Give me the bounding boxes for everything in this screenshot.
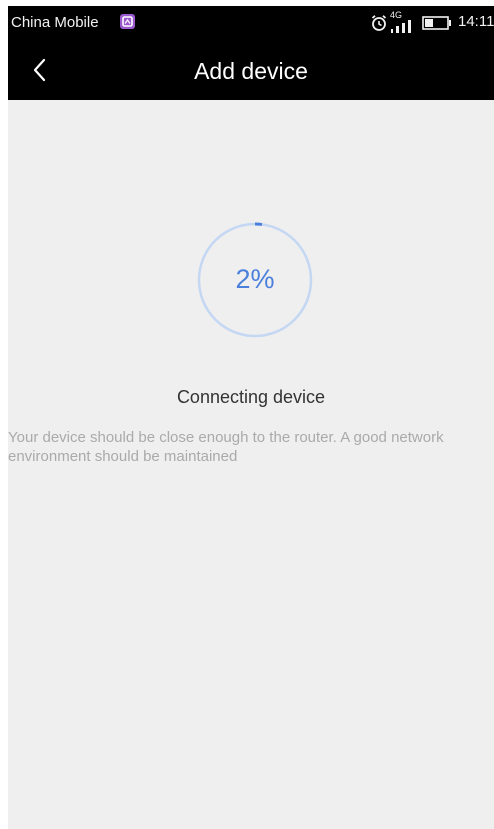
progress-indicator: 2% <box>196 221 314 339</box>
clock: 14:11 <box>458 13 494 30</box>
add-device-screen: China Mobile 4G 14:11 Add device 2% Conn… <box>0 0 494 829</box>
signal-icon: 4G <box>390 10 416 35</box>
carrier-badge-icon <box>120 14 135 29</box>
battery-icon <box>422 16 451 30</box>
network-type-label: 4G <box>390 10 403 20</box>
alarm-icon <box>371 15 387 31</box>
navigation-bar: Add device <box>8 40 494 100</box>
connection-status: Connecting device <box>176 387 326 407</box>
status-icons: 4G 14:11 <box>370 10 494 35</box>
connection-hint: Your device should be close enough to th… <box>8 429 444 465</box>
main-content: 2% Connecting device Your device should … <box>8 100 494 829</box>
carrier-name: China Mobile <box>11 14 99 31</box>
status-bar: China Mobile 4G 14:11 <box>8 6 494 40</box>
top-bar: China Mobile 4G 14:11 Add device <box>8 6 494 100</box>
page-title: Add device <box>194 58 308 84</box>
progress-percent: 2% <box>235 264 275 294</box>
